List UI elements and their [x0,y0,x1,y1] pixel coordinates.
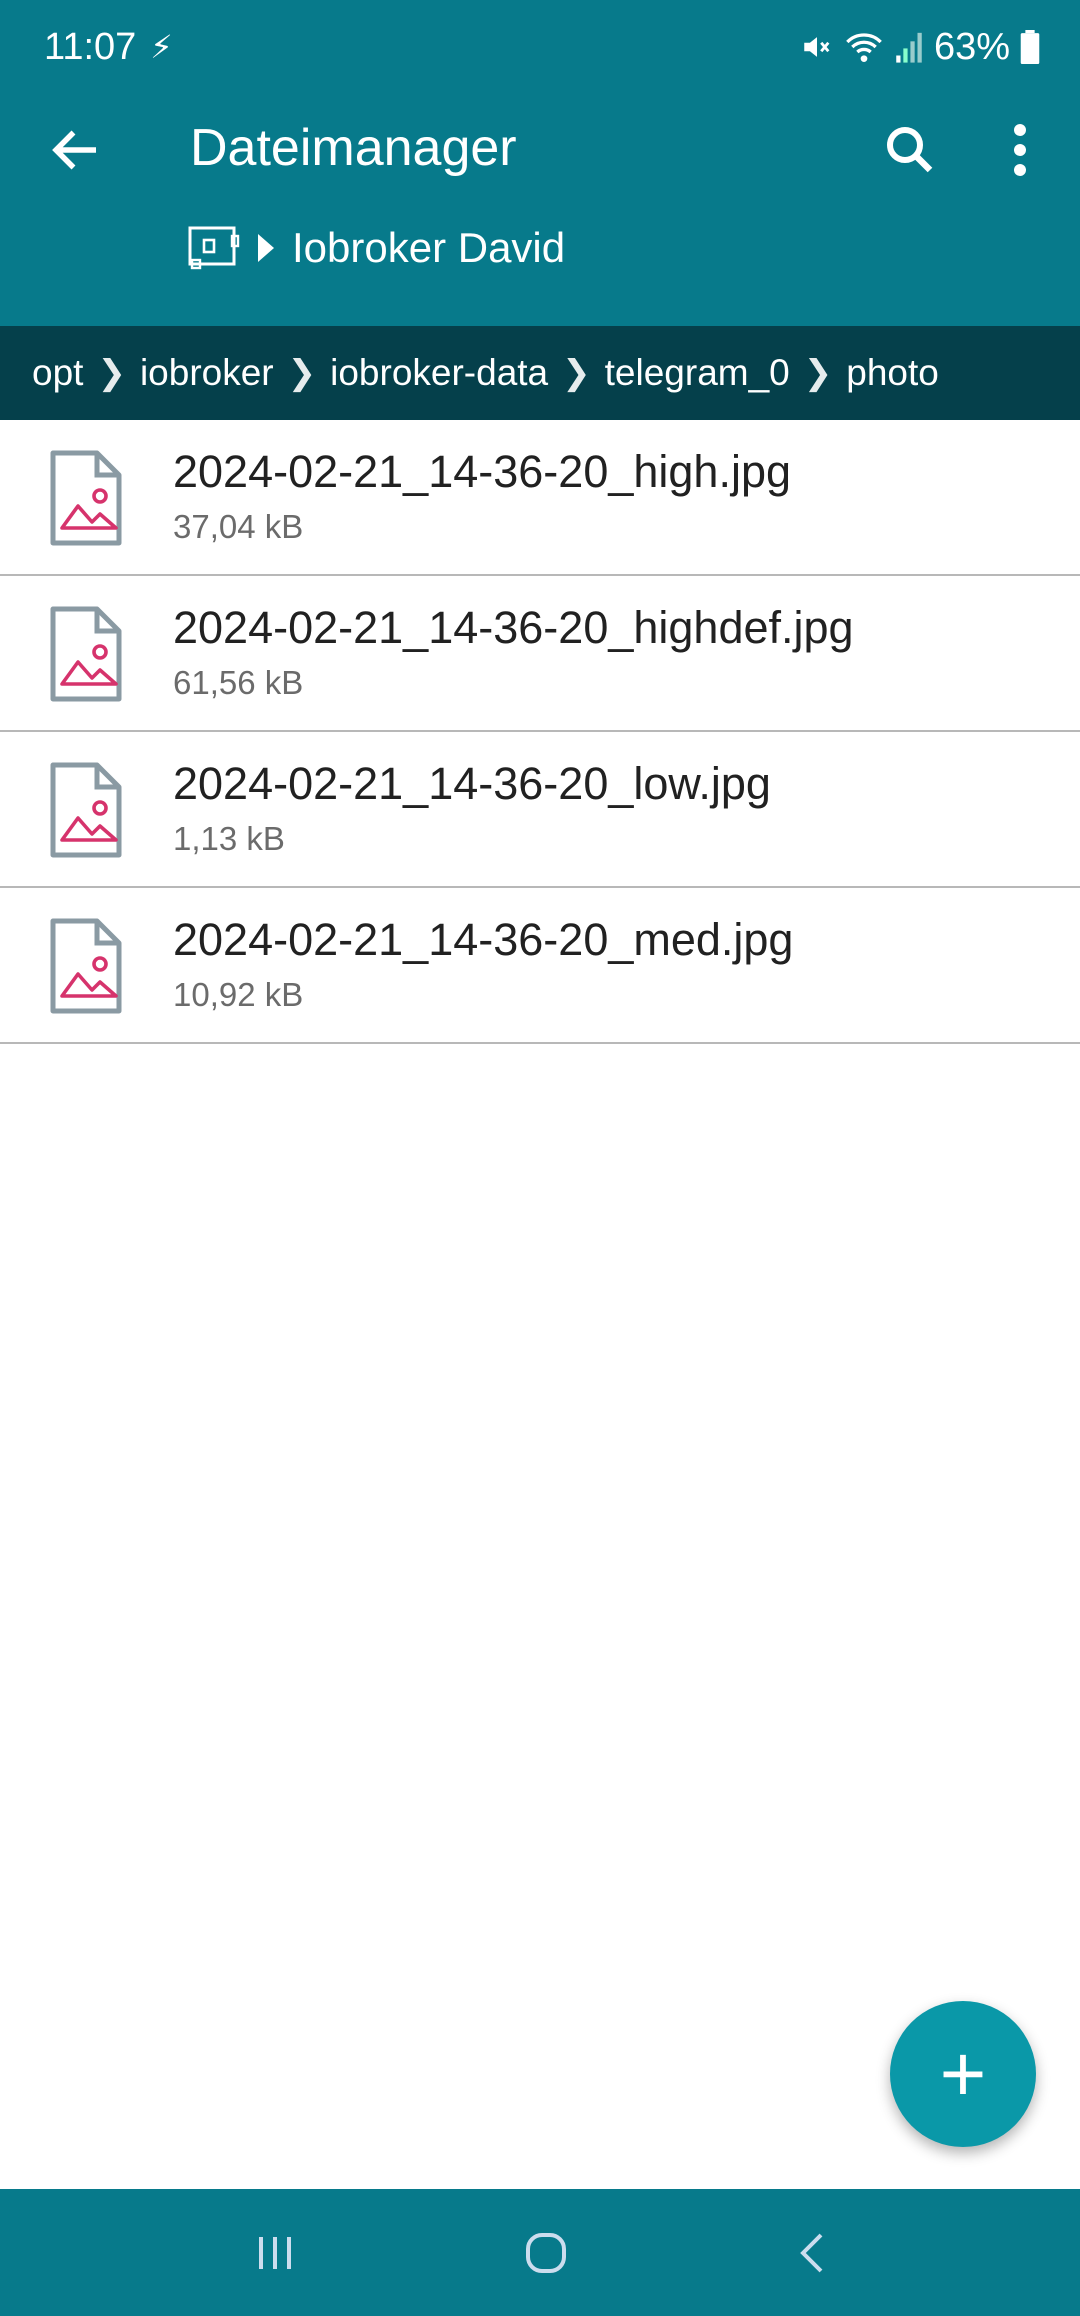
caret-right-icon [258,234,274,262]
back-nav-icon[interactable] [795,2231,827,2275]
status-bar: 11:07 ⚡ 63% [44,22,1040,72]
breadcrumb-item[interactable]: iobroker-data [330,352,548,394]
board-icon [188,226,240,270]
file-name: 2024-02-21_14-36-20_high.jpg [173,446,792,497]
file-row[interactable]: 2024-02-21_14-36-20_high.jpg 37,04 kB [0,420,1080,576]
breadcrumb-item[interactable]: telegram_0 [605,352,790,394]
breadcrumb-item[interactable]: opt [32,352,83,394]
chevron-right-icon: ❯ [287,354,317,392]
device-selector[interactable]: Iobroker David [188,224,565,272]
image-file-icon [50,918,122,1014]
breadcrumb-item[interactable]: photo [846,352,939,394]
file-size: 1,13 kB [173,820,285,857]
file-size: 10,92 kB [173,976,304,1013]
add-button[interactable]: + [890,2001,1036,2147]
file-row[interactable]: 2024-02-21_14-36-20_med.jpg 10,92 kB [0,888,1080,1044]
file-name: 2024-02-21_14-36-20_med.jpg [173,914,794,965]
image-file-icon [50,762,122,858]
more-options-icon[interactable] [1000,120,1040,180]
file-name: 2024-02-21_14-36-20_highdef.jpg [173,602,854,653]
chevron-right-icon: ❯ [97,354,126,392]
file-size: 61,56 kB [173,664,304,701]
file-row[interactable]: 2024-02-21_14-36-20_low.jpg 1,13 kB [0,732,1080,888]
recent-apps-icon[interactable] [253,2233,297,2273]
status-time: 11:07 [44,25,137,68]
file-row[interactable]: 2024-02-21_14-36-20_highdef.jpg 61,56 kB [0,576,1080,732]
battery-percent: 63% [933,25,1010,68]
home-icon[interactable] [524,2231,568,2275]
device-name: Iobroker David [292,224,566,271]
app-header: 11:07 ⚡ 63% Dateimanager Iobroker David [0,0,1080,326]
charging-icon: ⚡ [150,29,173,65]
image-file-icon [50,450,122,546]
wifi-icon [846,33,882,62]
system-nav-bar [0,2189,1080,2316]
search-icon[interactable] [880,120,940,180]
chevron-right-icon: ❯ [803,354,833,392]
file-size: 37,04 kB [173,508,304,545]
breadcrumb: opt ❯ iobroker ❯ iobroker-data ❯ telegram_0… [0,326,1080,420]
image-file-icon [50,606,122,702]
file-name: 2024-02-21_14-36-20_low.jpg [173,758,771,809]
breadcrumb-item[interactable]: iobroker [140,352,274,394]
page-title: Dateimanager [190,119,517,177]
battery-icon [1020,30,1040,64]
signal-icon [896,32,922,63]
back-arrow-icon[interactable] [46,120,106,180]
chevron-right-icon: ❯ [562,354,591,392]
mute-icon [804,37,830,57]
